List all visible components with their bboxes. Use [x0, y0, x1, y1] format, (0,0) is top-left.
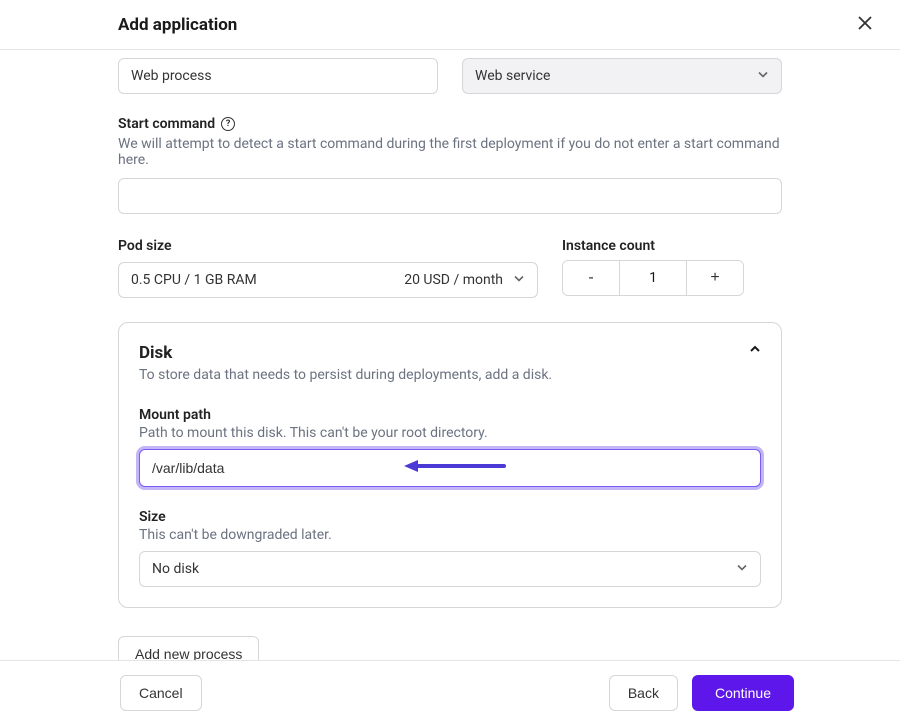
pod-size-select[interactable]: 0.5 CPU / 1 GB RAM 20 USD / month — [118, 262, 538, 298]
decrement-button[interactable]: - — [563, 261, 619, 295]
pod-size-label: Pod size — [118, 238, 538, 254]
close-icon — [858, 16, 872, 33]
pod-size-value: 0.5 CPU / 1 GB RAM — [131, 272, 257, 288]
chevron-down-icon — [513, 272, 525, 288]
modal-title: Add application — [118, 15, 237, 35]
pod-size-price: 20 USD / month — [404, 272, 503, 288]
close-button[interactable] — [854, 12, 876, 37]
disk-title: Disk — [139, 343, 552, 363]
instance-count-value: 1 — [619, 261, 687, 295]
chevron-down-icon — [757, 68, 769, 84]
mount-path-input[interactable] — [139, 449, 761, 487]
process-name-value: Web process — [131, 68, 212, 84]
back-button[interactable]: Back — [609, 675, 678, 711]
start-command-label: Start command — [118, 116, 215, 132]
disk-description: To store data that needs to persist duri… — [139, 367, 552, 383]
help-icon[interactable]: ? — [221, 117, 235, 131]
instance-count-label: Instance count — [562, 238, 744, 254]
mount-path-label: Mount path — [139, 407, 761, 423]
process-name-input[interactable]: Web process — [118, 58, 438, 94]
process-type-value: Web service — [475, 68, 550, 84]
disk-size-helper: This can't be downgraded later. — [139, 527, 761, 543]
disk-size-select[interactable]: No disk — [139, 551, 761, 587]
cancel-button[interactable]: Cancel — [120, 675, 202, 711]
start-command-helper: We will attempt to detect a start comman… — [118, 136, 782, 168]
instance-stepper: - 1 + — [562, 260, 744, 296]
disk-size-value: No disk — [152, 561, 199, 577]
chevron-up-icon[interactable] — [749, 343, 761, 359]
start-command-input[interactable] — [118, 178, 782, 214]
increment-button[interactable]: + — [687, 261, 743, 295]
process-type-select[interactable]: Web service — [462, 58, 782, 94]
disk-size-label: Size — [139, 509, 761, 525]
continue-button[interactable]: Continue — [692, 675, 794, 711]
chevron-down-icon — [736, 561, 748, 577]
mount-path-helper: Path to mount this disk. This can't be y… — [139, 425, 761, 441]
disk-panel: Disk To store data that needs to persist… — [118, 322, 782, 608]
